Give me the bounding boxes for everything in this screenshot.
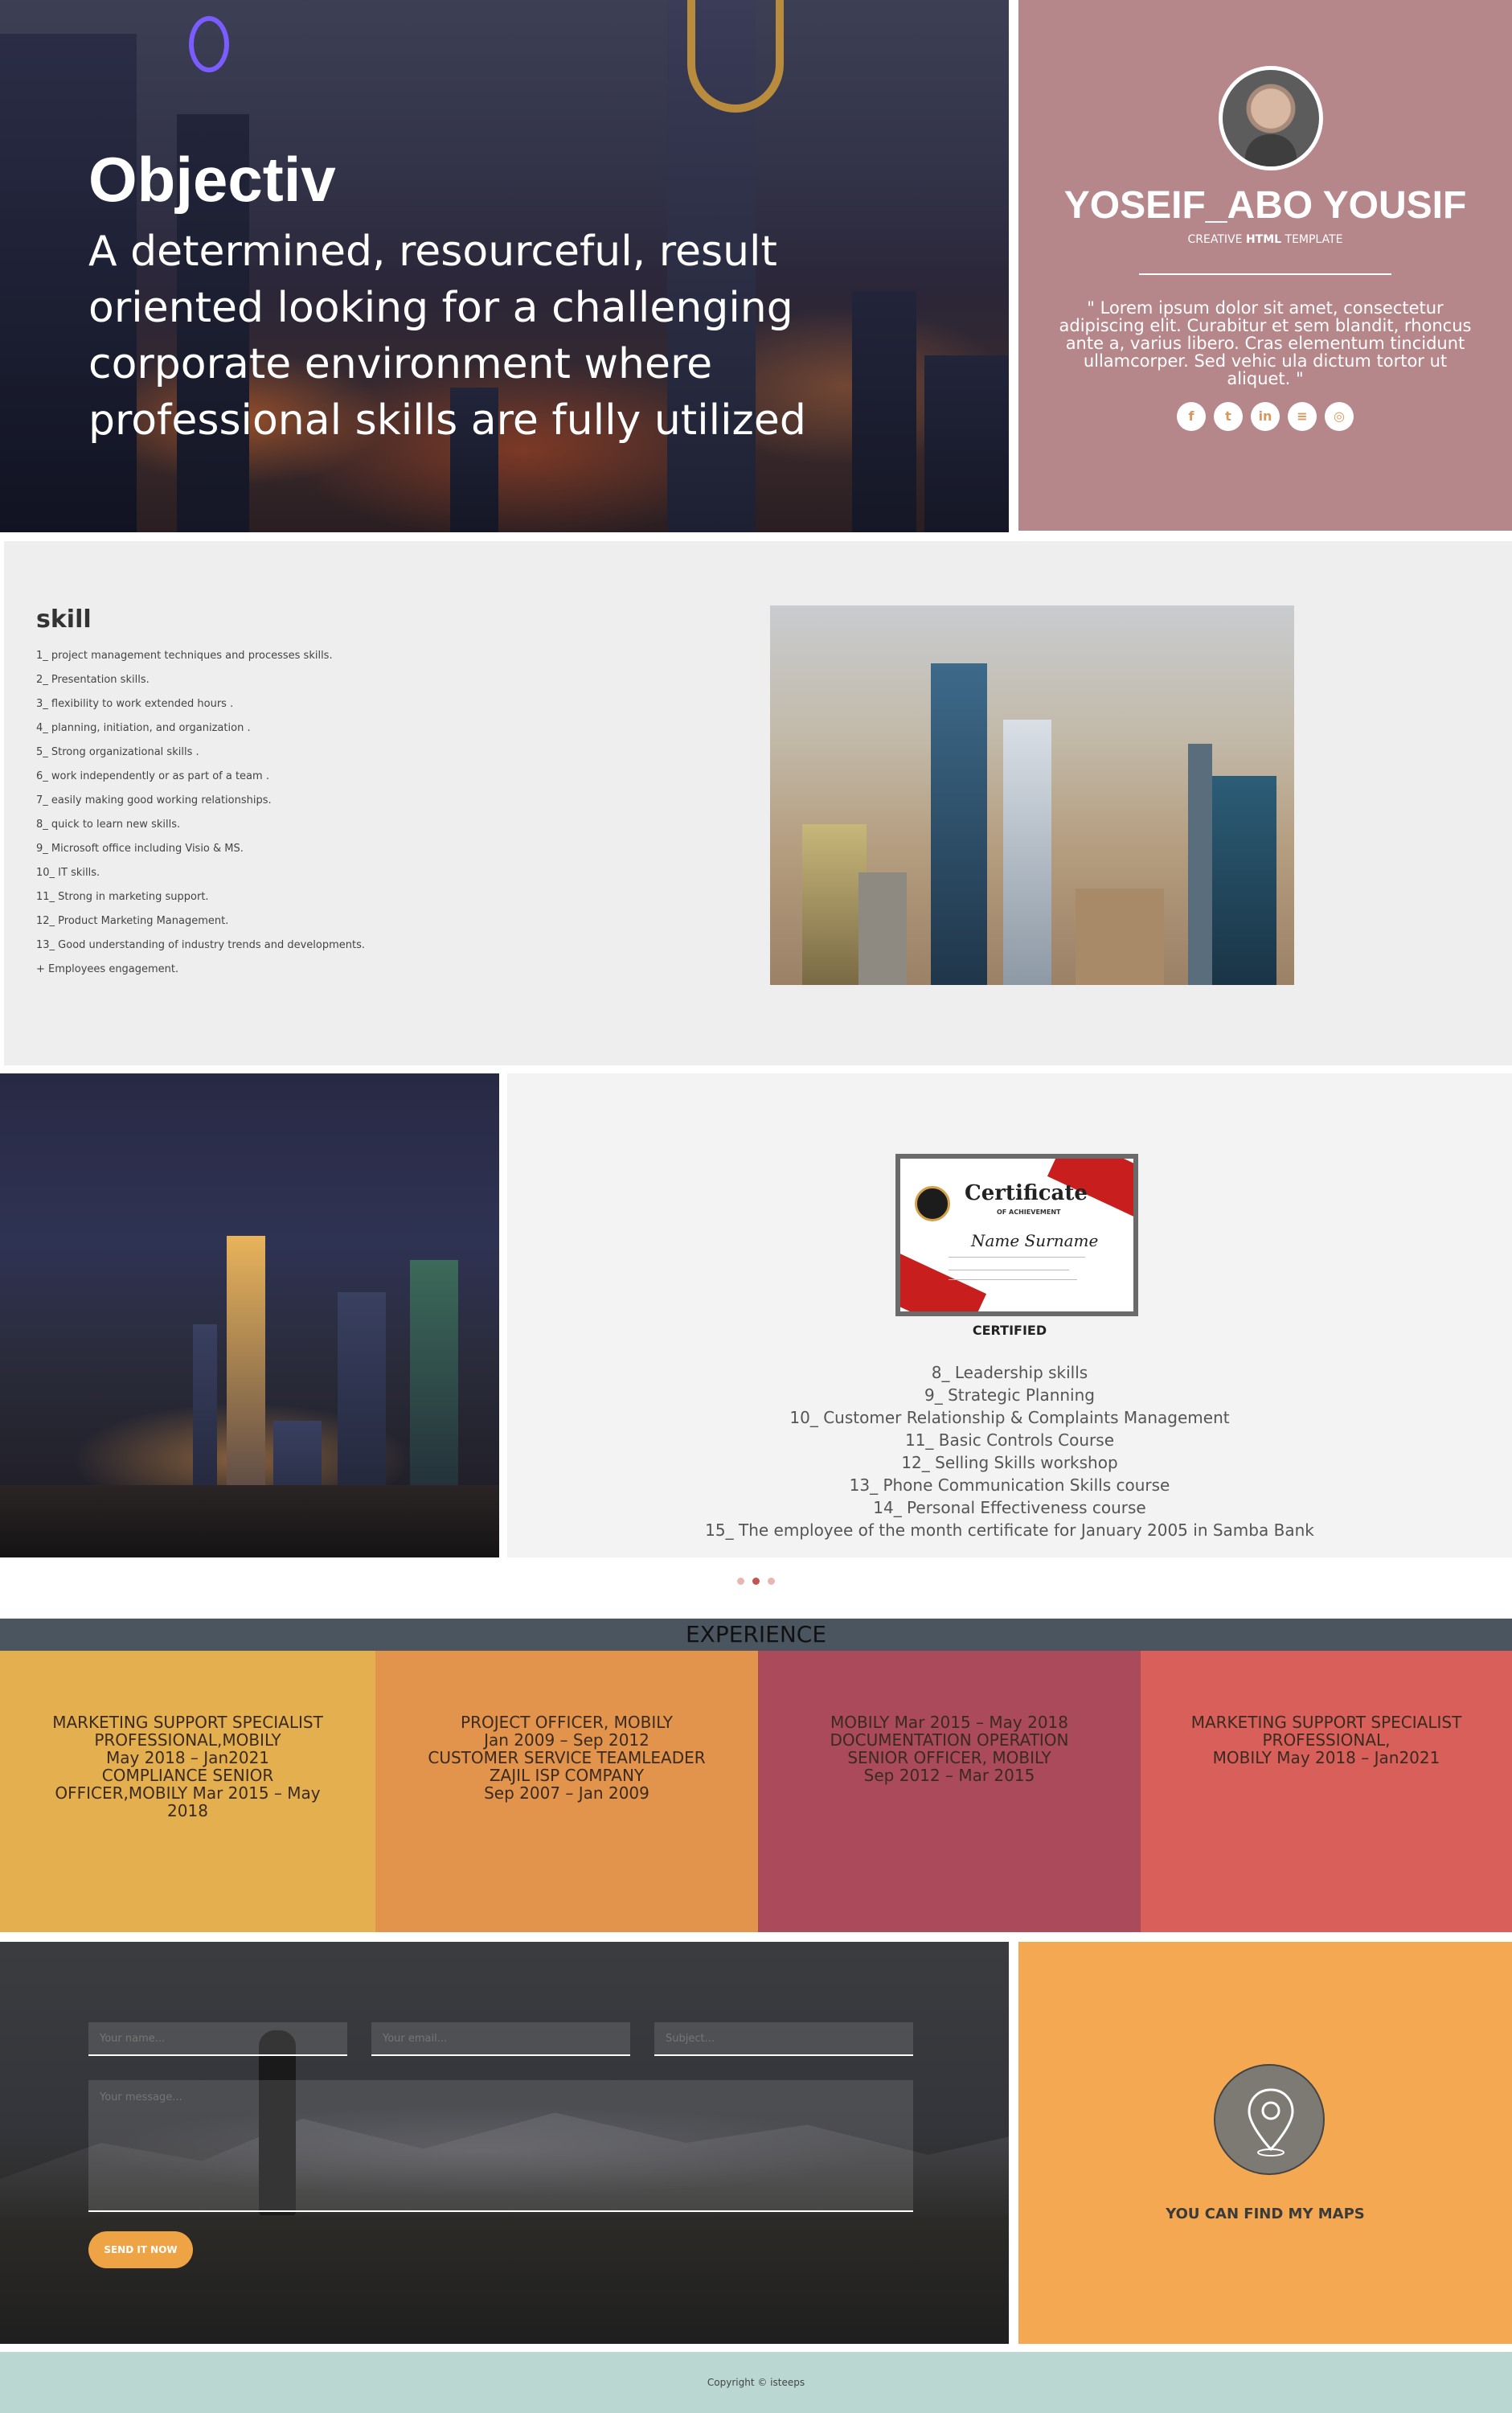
- carousel-dots: [0, 1578, 1512, 1585]
- experience-title: EXPERIENCE: [0, 1619, 1512, 1651]
- certificates-list: 8_ Leadership skills 9_ Strategic Planni…: [507, 1361, 1512, 1541]
- skills-section: skill 1_ project management techniques a…: [4, 541, 1512, 1065]
- map-label[interactable]: YOU CAN FIND MY MAPS: [1018, 2206, 1512, 2222]
- profile-quote: " Lorem ipsum dolor sit amet, consectetu…: [1059, 298, 1472, 388]
- avatar: [1219, 66, 1323, 170]
- map-section: YOU CAN FIND MY MAPS: [1018, 1942, 1512, 2344]
- list-item: 12_ Selling Skills workshop: [901, 1453, 1118, 1472]
- seal-icon: [915, 1186, 950, 1221]
- carousel-dot[interactable]: [737, 1578, 744, 1585]
- list-item: 3_ flexibility to work extended hours .: [36, 698, 234, 710]
- night-city-photo: [0, 1073, 499, 1557]
- name-field[interactable]: [88, 2022, 347, 2056]
- certificate-image-subtitle: OF ACHIEVEMENT: [997, 1209, 1061, 1216]
- email-field[interactable]: [371, 2022, 630, 2056]
- list-item: 8_ Leadership skills: [931, 1363, 1088, 1382]
- list-item: 5_ Strong organizational skills .: [36, 746, 199, 758]
- contact-form-section: SEND IT NOW: [0, 1942, 1009, 2344]
- subtitle-part: TEMPLATE: [1281, 233, 1343, 246]
- send-button[interactable]: SEND IT NOW: [88, 2231, 193, 2268]
- profile-card: YOSEIF_ABO YOUSIF CREATIVE HTML TEMPLATE…: [1018, 0, 1512, 532]
- divider: [1018, 531, 1512, 532]
- list-item: 7_ easily making good working relationsh…: [36, 794, 272, 806]
- carousel-dot-active[interactable]: [752, 1578, 760, 1585]
- tower-ring-light: [189, 16, 229, 72]
- certificate-image: Certificate OF ACHIEVEMENT Name Surname: [895, 1154, 1138, 1316]
- objective-hero: Objectiv A determined, resourceful, resu…: [0, 0, 1009, 532]
- subtitle-bold: HTML: [1245, 233, 1282, 246]
- city-aerial-photo: [770, 605, 1294, 985]
- profile-name: YOSEIF_ABO YOUSIF: [1063, 184, 1467, 227]
- list-item: 10_ Customer Relationship & Complaints M…: [789, 1408, 1230, 1427]
- rss-icon[interactable]: ≡: [1288, 402, 1317, 431]
- experience-column: MOBILY Mar 2015 – May 2018 DOCUMENTATION…: [758, 1651, 1141, 1932]
- subject-field[interactable]: [654, 2022, 913, 2056]
- certificate-image-title: Certificate: [965, 1181, 1088, 1205]
- list-item: 10_ IT skills.: [36, 867, 100, 879]
- kingdom-tower-arch: [687, 0, 784, 113]
- linkedin-icon[interactable]: in: [1251, 402, 1280, 431]
- message-field[interactable]: [88, 2080, 913, 2212]
- list-item: 9_ Strategic Planning: [924, 1385, 1095, 1405]
- list-item: 9_ Microsoft office including Visio & MS…: [36, 843, 244, 855]
- list-item: 13_ Phone Communication Skills course: [849, 1475, 1170, 1495]
- carousel-dot[interactable]: [768, 1578, 775, 1585]
- list-item: 8_ quick to learn new skills.: [36, 819, 181, 831]
- facebook-icon[interactable]: f: [1177, 402, 1206, 431]
- map-pin-icon[interactable]: [1214, 2064, 1325, 2175]
- footer-copyright: Copyright © isteeps: [0, 2352, 1512, 2413]
- profile-subtitle: CREATIVE HTML TEMPLATE: [1018, 233, 1512, 246]
- certificate-image-name: Name Surname: [971, 1231, 1099, 1250]
- list-item: 13_ Good understanding of industry trend…: [36, 939, 366, 951]
- hero-objective-text: A determined, resourceful, result orient…: [88, 228, 806, 445]
- experience-column: PROJECT OFFICER, MOBILY Jan 2009 – Sep 2…: [375, 1651, 758, 1932]
- certificate-caption: CERTIFIED: [972, 1323, 1047, 1338]
- list-item: 14_ Personal Effectiveness course: [873, 1498, 1146, 1517]
- list-item: 11_ Strong in marketing support.: [36, 891, 209, 903]
- divider: [1139, 273, 1391, 275]
- list-item: 11_ Basic Controls Course: [904, 1430, 1114, 1450]
- social-links: f t in ≡ ◎: [1018, 402, 1512, 431]
- list-item: 12_ Product Marketing Management.: [36, 915, 229, 927]
- list-item: 2_ Presentation skills.: [36, 674, 150, 686]
- hero-title: Objectiv: [88, 144, 336, 215]
- skills-list: 1_ project management techniques and pro…: [36, 644, 365, 982]
- twitter-icon[interactable]: t: [1214, 402, 1243, 431]
- list-item: 1_ project management techniques and pro…: [36, 650, 333, 662]
- skills-title: skill: [36, 605, 92, 634]
- list-item: + Employees engagement.: [36, 963, 179, 975]
- subtitle-part: CREATIVE: [1187, 233, 1246, 246]
- list-item: 4_ planning, initiation, and organizatio…: [36, 722, 251, 734]
- dribbble-icon[interactable]: ◎: [1325, 402, 1354, 431]
- certificates-section: Certificate OF ACHIEVEMENT Name Surname …: [507, 1073, 1512, 1557]
- list-item: 15_ The employee of the month certificat…: [705, 1520, 1314, 1540]
- experience-column: MARKETING SUPPORT SPECIALIST PROFESSIONA…: [1141, 1651, 1512, 1932]
- experience-column: MARKETING SUPPORT SPECIALIST PROFESSIONA…: [0, 1651, 375, 1932]
- list-item: 6_ work independently or as part of a te…: [36, 770, 269, 782]
